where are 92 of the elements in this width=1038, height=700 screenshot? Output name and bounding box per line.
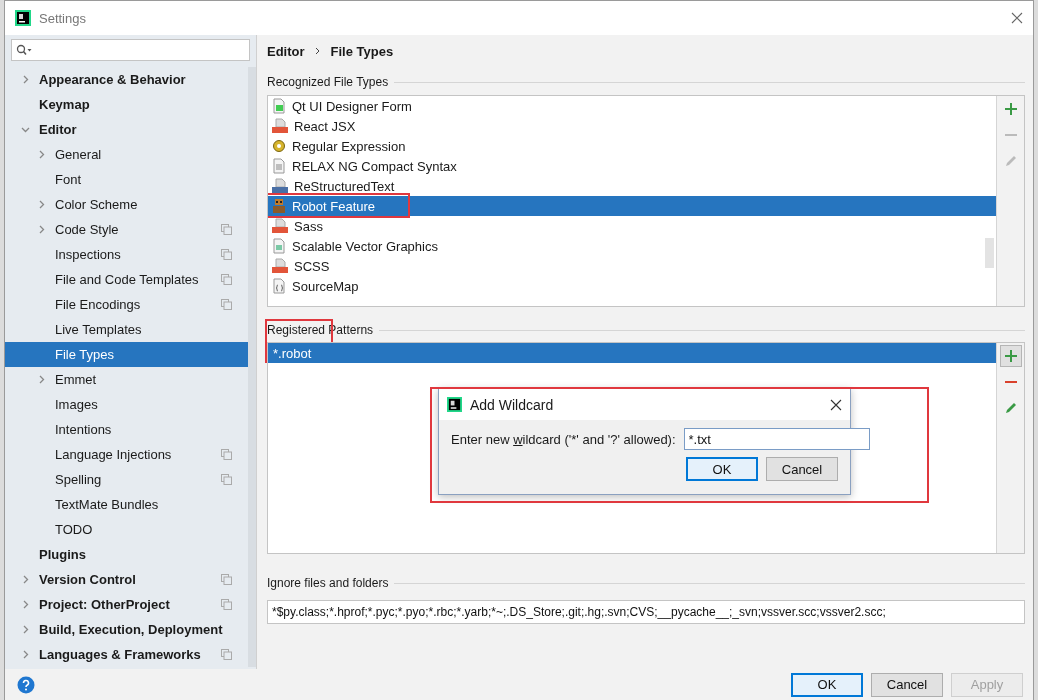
- plus-icon: [1003, 349, 1018, 363]
- copy-icon: [221, 649, 232, 660]
- copy-icon: [221, 224, 232, 235]
- sidebar-item[interactable]: General: [5, 142, 248, 167]
- sidebar-item[interactable]: Font: [5, 167, 248, 192]
- pencil-icon: [1003, 154, 1018, 168]
- group-title: Ignore files and folders: [267, 576, 389, 590]
- file-type-item[interactable]: Scalable Vector Graphics: [268, 236, 996, 256]
- document-icon: [272, 118, 288, 134]
- breadcrumb-item: File Types: [330, 43, 394, 59]
- add-button[interactable]: [999, 345, 1022, 367]
- copy-icon: [221, 274, 232, 285]
- sidebar-item[interactable]: Languages & Frameworks: [5, 642, 248, 667]
- sidebar-item[interactable]: File and Code Templates: [5, 267, 248, 292]
- copy-icon: [221, 449, 232, 460]
- sidebar-item[interactable]: Project: OtherProject: [5, 592, 248, 617]
- chevron-down-icon[interactable]: [21, 125, 30, 134]
- document-icon: [272, 98, 286, 114]
- search-field[interactable]: [11, 39, 250, 61]
- dialog-title: Add Wildcard: [470, 396, 555, 413]
- sidebar-item[interactable]: Appearance & Behavior: [5, 67, 248, 92]
- document-icon: [272, 238, 286, 254]
- chevron-right-icon[interactable]: [21, 575, 30, 584]
- sidebar-item[interactable]: Code Style: [5, 217, 248, 242]
- chevron-right-icon[interactable]: [21, 600, 30, 609]
- dialog-button[interactable]: OK: [791, 672, 863, 697]
- sidebar-item[interactable]: Version Control: [5, 567, 248, 592]
- chevron-right-icon[interactable]: [37, 200, 46, 209]
- sidebar-item[interactable]: Spelling: [5, 467, 248, 492]
- file-type-item[interactable]: SourceMap: [268, 276, 996, 296]
- document-icon: [272, 158, 286, 174]
- copy-icon: [221, 299, 232, 310]
- sidebar-item[interactable]: Intentions: [5, 417, 248, 442]
- sidebar-item[interactable]: Editor: [5, 117, 248, 142]
- file-type-item[interactable]: SCSS: [268, 256, 996, 276]
- pencil-icon: [1003, 401, 1018, 415]
- chevron-right-icon[interactable]: [21, 625, 30, 634]
- cancel-button[interactable]: Cancel: [766, 457, 838, 481]
- chevron-right-icon[interactable]: [37, 225, 46, 234]
- document-icon: [272, 178, 288, 194]
- scrollbar-thumb[interactable]: [985, 238, 994, 268]
- help-icon[interactable]: [17, 675, 35, 694]
- chevron-right-icon: [314, 47, 321, 55]
- sidebar-item[interactable]: Inspections: [5, 242, 248, 267]
- sidebar-item[interactable]: TODO: [5, 517, 248, 542]
- file-type-item[interactable]: ReStructuredText: [268, 176, 996, 196]
- sidebar-item[interactable]: Keymap: [5, 92, 248, 117]
- chevron-right-icon[interactable]: [21, 650, 30, 659]
- sidebar-item[interactable]: Language Injections: [5, 442, 248, 467]
- document-icon: [272, 278, 286, 294]
- copy-icon: [221, 249, 232, 260]
- robot-icon: [272, 198, 286, 214]
- document-icon: [272, 218, 288, 234]
- chevron-right-icon[interactable]: [21, 75, 30, 84]
- file-type-item[interactable]: React JSX: [268, 116, 996, 136]
- group-title: Recognized File Types: [267, 75, 389, 89]
- app-logo-icon: [15, 10, 31, 26]
- plus-icon: [1003, 102, 1018, 116]
- breadcrumb-item[interactable]: Editor: [267, 43, 305, 59]
- close-icon[interactable]: [1011, 12, 1023, 24]
- window-title: Settings: [39, 10, 87, 26]
- copy-icon: [221, 599, 232, 610]
- sidebar-item[interactable]: Build, Execution, Deployment: [5, 617, 248, 642]
- chevron-right-icon[interactable]: [37, 150, 46, 159]
- pattern-item[interactable]: *.robot: [268, 343, 996, 363]
- dialog-button[interactable]: Cancel: [871, 672, 943, 697]
- chevron-right-icon[interactable]: [37, 375, 46, 384]
- sidebar-item[interactable]: File Encodings: [5, 292, 248, 317]
- ok-button[interactable]: OK: [686, 457, 758, 481]
- document-icon: [272, 258, 288, 274]
- close-icon[interactable]: [830, 398, 842, 411]
- sidebar-item[interactable]: Images: [5, 392, 248, 417]
- field-label: Enter new wildcard ('*' and '?' allowed):: [451, 431, 676, 447]
- file-type-item[interactable]: Sass: [268, 216, 996, 236]
- sidebar-item[interactable]: Color Scheme: [5, 192, 248, 217]
- file-type-item[interactable]: Robot Feature: [268, 196, 996, 216]
- file-type-item[interactable]: Qt UI Designer Form: [268, 96, 996, 116]
- app-logo-icon: [447, 397, 462, 412]
- scrollbar[interactable]: [248, 67, 256, 667]
- ignore-field[interactable]: *$py.class;*.hprof;*.pyc;*.pyo;*.rbc;*.yarb;*~;.DS_Store;.git;.hg;.svn;CVS;__pycache__;_svn;vssver.scc;vssver2.scc;: [267, 600, 1025, 624]
- copy-icon: [221, 574, 232, 585]
- file-type-item[interactable]: Regular Expression: [268, 136, 996, 156]
- sidebar-item[interactable]: Emmet: [5, 367, 248, 392]
- sidebar-item[interactable]: TextMate Bundles: [5, 492, 248, 517]
- sidebar-item[interactable]: File Types: [5, 342, 248, 367]
- sidebar-item[interactable]: Plugins: [5, 542, 248, 567]
- search-icon: [16, 44, 32, 56]
- copy-icon: [221, 474, 232, 485]
- gear-icon: [272, 139, 286, 153]
- wildcard-field[interactable]: *.txt: [683, 428, 870, 450]
- sidebar-item[interactable]: Live Templates: [5, 317, 248, 342]
- file-type-item[interactable]: RELAX NG Compact Syntax: [268, 156, 996, 176]
